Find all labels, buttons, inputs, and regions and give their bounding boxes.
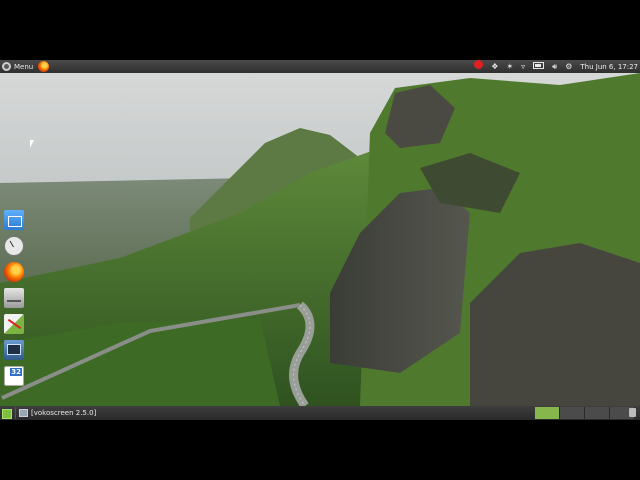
window-icon (19, 409, 28, 417)
desktop-screen: Menu ❖ ✶ ▿ 🔊︎ ⚙ Thu Jun 6, 17:27 32 [vok… (0, 60, 640, 420)
firefox-icon[interactable] (38, 61, 49, 72)
show-desktop-icon[interactable] (2, 409, 12, 419)
system-tray: ❖ ✶ ▿ 🔊︎ ⚙ Thu Jun 6, 17:27 (474, 60, 640, 73)
taskbar-window-button[interactable]: [vokoscreen 2.5.0] (15, 407, 100, 419)
taskbar-window-label: [vokoscreen 2.5.0] (31, 409, 97, 417)
record-icon[interactable] (474, 60, 484, 73)
menu-label: Menu (14, 62, 34, 71)
workspace-3[interactable] (585, 407, 610, 419)
calculator-icon[interactable]: 32 (4, 366, 24, 386)
workspace-1[interactable] (535, 407, 560, 419)
file-manager-icon[interactable] (4, 210, 24, 230)
wifi-icon[interactable]: ▿ (521, 60, 525, 73)
text-editor-icon[interactable] (4, 314, 24, 334)
volume-icon[interactable]: 🔊︎ (552, 60, 557, 73)
menu-button[interactable]: Menu (2, 61, 33, 72)
firefox-icon[interactable] (4, 262, 24, 282)
left-dock: 32 (4, 210, 26, 392)
clock[interactable]: Thu Jun 6, 17:27 (580, 63, 638, 71)
top-panel: Menu ❖ ✶ ▿ 🔊︎ ⚙ Thu Jun 6, 17:27 (0, 60, 640, 73)
settings-icon[interactable]: ⚙ (565, 60, 572, 73)
clock-icon[interactable] (4, 236, 24, 256)
bottom-panel: [vokoscreen 2.5.0] (0, 406, 640, 420)
calculator-badge: 32 (10, 368, 22, 376)
trash-icon[interactable] (629, 408, 636, 417)
system-monitor-icon[interactable] (4, 340, 24, 360)
mouse-cursor-icon (30, 140, 38, 148)
menu-icon (2, 62, 11, 71)
workspace-switcher (535, 407, 635, 419)
desktop-wallpaper (0, 73, 640, 406)
battery-icon[interactable] (533, 60, 545, 73)
drive-icon[interactable] (4, 288, 24, 308)
workspace-2[interactable] (560, 407, 585, 419)
bluetooth-icon[interactable]: ✶ (506, 60, 513, 73)
dropbox-icon[interactable]: ❖ (491, 60, 498, 73)
